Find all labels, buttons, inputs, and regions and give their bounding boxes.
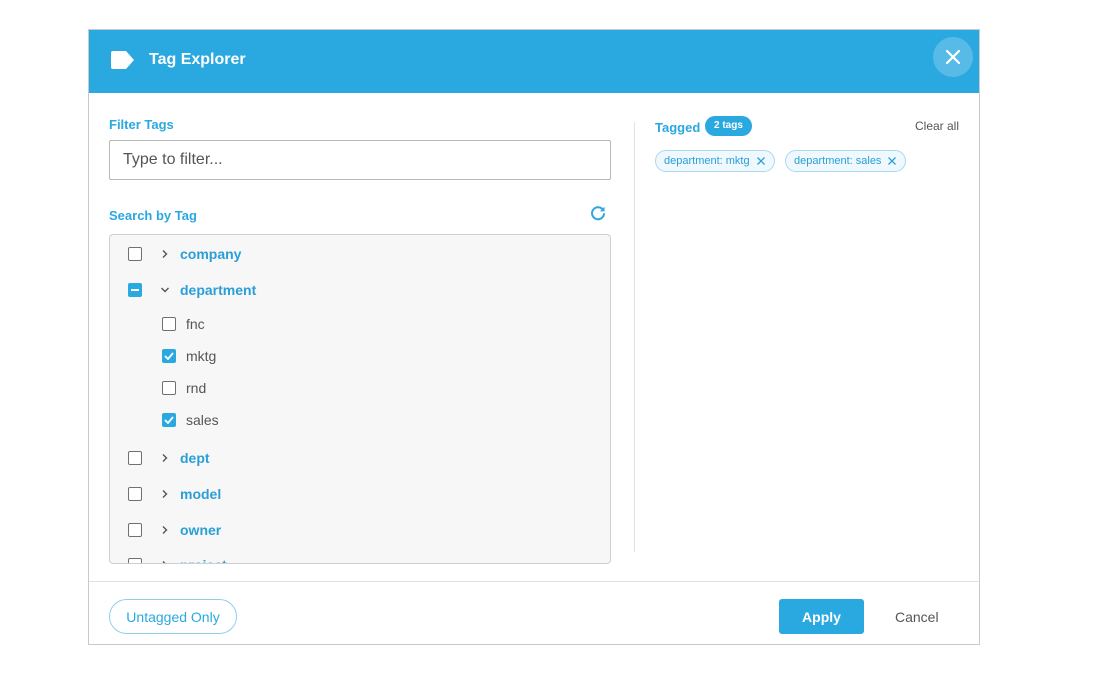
tag-chip-department-sales: department: sales xyxy=(785,150,907,172)
tag-chip-label: department: sales xyxy=(794,155,882,167)
panel-divider xyxy=(634,122,635,552)
close-button[interactable] xyxy=(933,37,973,77)
tree-item-owner[interactable]: owner xyxy=(128,518,221,542)
tree-item-label: project xyxy=(180,557,227,563)
tree-child-label: mktg xyxy=(186,348,217,364)
chevron-right-icon[interactable] xyxy=(160,489,170,499)
tree-item-label: department xyxy=(180,282,257,298)
untagged-only-button[interactable]: Untagged Only xyxy=(109,599,237,634)
tree-child-mktg[interactable]: mktg xyxy=(162,344,216,368)
check-icon xyxy=(164,352,174,360)
tree-child-rnd[interactable]: rnd xyxy=(162,376,206,400)
tree-item-company[interactable]: company xyxy=(128,242,241,266)
checkbox[interactable] xyxy=(128,247,142,261)
apply-button[interactable]: Apply xyxy=(779,599,864,634)
tree-child-label: sales xyxy=(186,412,219,428)
chevron-right-icon[interactable] xyxy=(160,249,170,259)
tree-item-label: owner xyxy=(180,522,222,538)
checkbox-checked[interactable] xyxy=(162,413,176,427)
search-by-tag-label: Search by Tag xyxy=(109,208,197,223)
checkbox-checked[interactable] xyxy=(162,349,176,363)
chevron-down-icon[interactable] xyxy=(160,285,170,295)
checkbox[interactable] xyxy=(128,523,142,537)
checkbox-partial[interactable] xyxy=(128,283,142,297)
tree-item-label: model xyxy=(180,486,222,502)
footer-divider xyxy=(89,581,979,582)
checkbox[interactable] xyxy=(162,317,176,331)
tree-child-sales[interactable]: sales xyxy=(162,408,219,432)
tree-child-label: fnc xyxy=(186,316,205,332)
filter-tags-label: Filter Tags xyxy=(109,117,174,132)
minus-icon xyxy=(131,289,139,291)
tree-item-label: company xyxy=(180,246,242,262)
tag-tree[interactable]: company department fnc mktg rnd sales de… xyxy=(109,234,611,564)
close-icon xyxy=(945,49,961,65)
cancel-button[interactable]: Cancel xyxy=(889,599,944,634)
tag-chip-department-mktg: department: mktg xyxy=(655,150,775,172)
checkbox[interactable] xyxy=(128,451,142,465)
modal-header: Tag Explorer xyxy=(89,30,979,93)
tree-item-dept[interactable]: dept xyxy=(128,446,210,470)
tag-chip-label: department: mktg xyxy=(664,155,750,167)
tree-item-project[interactable]: project xyxy=(128,553,227,564)
remove-tag-icon[interactable] xyxy=(887,156,897,166)
tag-icon xyxy=(111,51,135,69)
tree-item-label: dept xyxy=(180,450,210,466)
chevron-right-icon[interactable] xyxy=(160,525,170,535)
tree-item-model[interactable]: model xyxy=(128,482,221,506)
chevron-right-icon[interactable] xyxy=(160,453,170,463)
checkbox[interactable] xyxy=(128,487,142,501)
tag-explorer-modal: Tag Explorer Filter Tags Search by Tag c… xyxy=(88,29,980,645)
clear-all-link[interactable]: Clear all xyxy=(915,119,959,133)
tree-item-department[interactable]: department xyxy=(128,278,256,302)
refresh-icon[interactable] xyxy=(589,205,607,223)
filter-input[interactable] xyxy=(109,140,611,180)
tree-child-label: rnd xyxy=(186,380,207,396)
tagged-label: Tagged xyxy=(655,120,701,135)
modal-title: Tag Explorer xyxy=(149,51,246,68)
checkbox[interactable] xyxy=(162,381,176,395)
remove-tag-icon[interactable] xyxy=(756,156,766,166)
checkbox[interactable] xyxy=(128,558,142,563)
chevron-right-icon[interactable] xyxy=(160,560,170,564)
check-icon xyxy=(164,416,174,424)
tree-child-fnc[interactable]: fnc xyxy=(162,312,205,336)
tag-count-badge: 2 tags xyxy=(705,116,752,136)
